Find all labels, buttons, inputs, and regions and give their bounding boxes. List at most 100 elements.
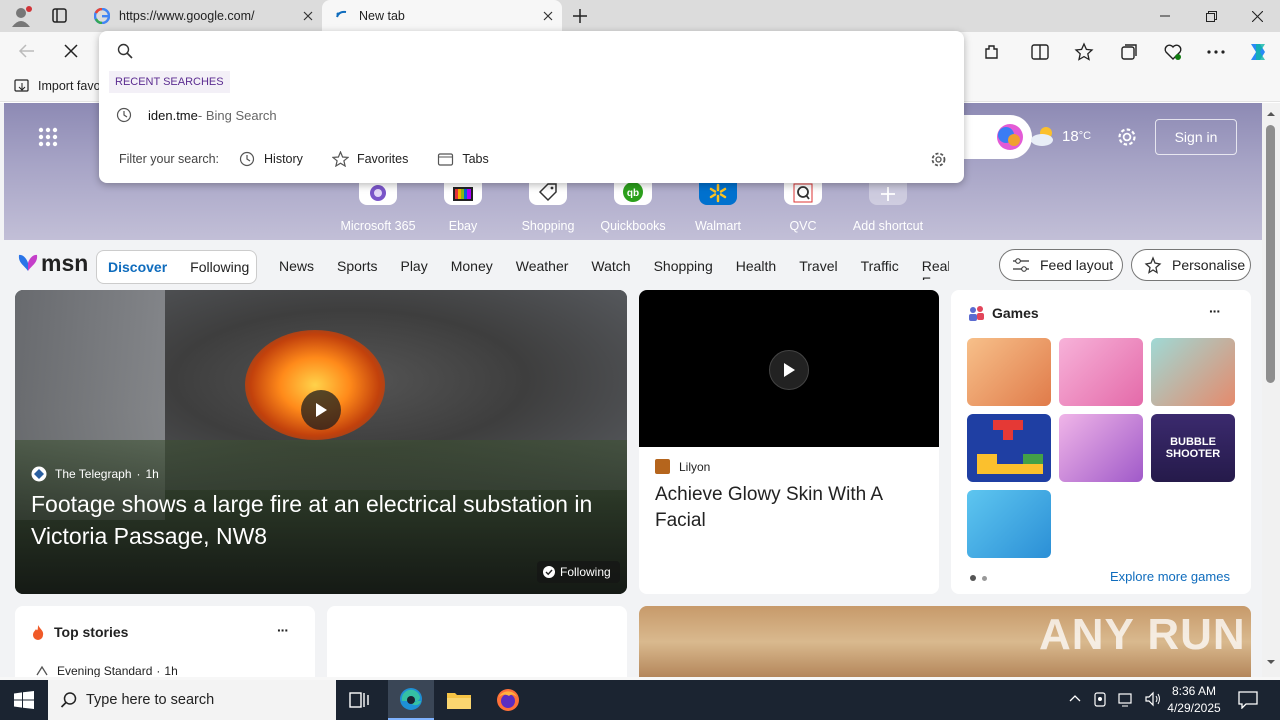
settings-more-button[interactable] bbox=[1206, 42, 1226, 62]
browser-essentials-button[interactable] bbox=[1163, 42, 1183, 62]
filter-history-button[interactable]: History bbox=[239, 151, 303, 167]
gear-icon bbox=[1118, 128, 1136, 146]
following-label: Following bbox=[560, 565, 611, 579]
video-story-card[interactable]: Lilyon Achieve Glowy Skin With A Facial bbox=[639, 290, 939, 594]
story-headline[interactable]: Footage shows a large fire at an electri… bbox=[31, 488, 621, 552]
game-tile-bubble-shooter[interactable]: BUBBLE SHOOTER bbox=[1151, 414, 1235, 482]
copilot-button[interactable] bbox=[1246, 40, 1270, 64]
nav-watch[interactable]: Watch bbox=[591, 258, 630, 280]
import-favorites-label: Import favo bbox=[38, 79, 101, 93]
security-tray-icon[interactable] bbox=[1092, 691, 1108, 707]
top-stories-more-button[interactable]: ··· bbox=[277, 622, 289, 638]
game-tile-cook[interactable] bbox=[967, 338, 1051, 406]
nav-traffic[interactable]: Traffic bbox=[861, 258, 899, 280]
extensions-button[interactable] bbox=[982, 42, 1002, 62]
games-title: Games bbox=[992, 305, 1039, 321]
weather-widget[interactable]: 18 °C bbox=[1030, 125, 1091, 147]
filter-tabs-button[interactable]: Tabs bbox=[437, 151, 489, 167]
restore-button[interactable] bbox=[1188, 0, 1234, 32]
clock[interactable]: 8:36 AM 4/29/2025 bbox=[1160, 683, 1228, 717]
filter-tabs-label: Tabs bbox=[462, 152, 489, 166]
page-settings-button[interactable] bbox=[1116, 126, 1138, 148]
search-settings-button[interactable] bbox=[930, 151, 947, 168]
recent-search-item[interactable]: iden.tme - Bing Search bbox=[99, 101, 964, 129]
game-tile-doctor[interactable] bbox=[1151, 338, 1235, 406]
play-video-button[interactable] bbox=[301, 390, 341, 430]
taskbar-search-box[interactable]: Type here to search bbox=[48, 680, 336, 720]
favorites-button[interactable] bbox=[1074, 42, 1094, 62]
tab-actions-button[interactable] bbox=[50, 7, 70, 25]
apps-grid-icon bbox=[38, 127, 58, 147]
task-view-button[interactable] bbox=[348, 690, 370, 710]
game-tile-dressup[interactable] bbox=[1059, 338, 1143, 406]
tab-discover[interactable]: Discover bbox=[108, 259, 167, 275]
shortcut-ebay[interactable]: Ebay bbox=[421, 181, 505, 233]
filter-favorites-button[interactable]: Favorites bbox=[331, 151, 408, 167]
collections-button[interactable] bbox=[1119, 42, 1139, 62]
shortcut-microsoft-365[interactable]: Microsoft 365 bbox=[336, 181, 420, 233]
address-input[interactable] bbox=[143, 43, 943, 59]
nav-news[interactable]: News bbox=[279, 258, 314, 280]
nav-play[interactable]: Play bbox=[400, 258, 427, 280]
close-icon bbox=[64, 44, 78, 58]
start-button[interactable] bbox=[14, 691, 34, 709]
feed-layout-button[interactable]: Feed layout bbox=[999, 249, 1123, 281]
tab-new-tab[interactable]: New tab bbox=[322, 0, 562, 32]
close-tab-button[interactable] bbox=[294, 0, 322, 32]
shortcut-shopping[interactable]: Shopping bbox=[506, 181, 590, 233]
split-screen-button[interactable] bbox=[1030, 42, 1050, 62]
main-story-card[interactable]: The Telegraph · 1h Footage shows a large… bbox=[15, 290, 627, 594]
network-icon[interactable] bbox=[1118, 691, 1134, 707]
game-tile-blocks[interactable] bbox=[967, 414, 1051, 482]
flame-icon bbox=[33, 625, 44, 640]
video-headline[interactable]: Achieve Glowy Skin With A Facial bbox=[655, 482, 925, 534]
shortcut-walmart[interactable]: Walmart bbox=[676, 181, 760, 233]
tab-following[interactable]: Following bbox=[190, 259, 249, 275]
clock-time: 8:36 AM bbox=[1171, 684, 1217, 698]
games-more-button[interactable]: ··· bbox=[1209, 303, 1221, 319]
game-tile-makeup[interactable] bbox=[1059, 414, 1143, 482]
play-video-button[interactable] bbox=[769, 350, 809, 390]
dot-active[interactable] bbox=[970, 575, 976, 581]
nav-weather[interactable]: Weather bbox=[516, 258, 569, 280]
close-window-button[interactable] bbox=[1234, 0, 1280, 32]
new-tab-page: 18 °C Sign in Microsoft 365 Ebay Shopping… bbox=[0, 103, 1262, 677]
app-launcher-button[interactable] bbox=[38, 127, 58, 147]
new-tab-button[interactable] bbox=[570, 6, 590, 26]
tab-google[interactable]: https://www.google.com/ bbox=[84, 0, 322, 32]
import-favorites-button[interactable]: Import favo bbox=[14, 78, 101, 94]
chevron-up-icon[interactable] bbox=[1068, 691, 1082, 707]
notification-icon bbox=[1238, 691, 1258, 709]
shortcut-qvc[interactable]: QVC bbox=[761, 181, 845, 233]
game-tile-foot[interactable] bbox=[967, 490, 1051, 558]
nav-travel[interactable]: Travel bbox=[799, 258, 837, 280]
minimize-button[interactable] bbox=[1142, 0, 1188, 32]
nav-sports[interactable]: Sports bbox=[337, 258, 377, 280]
add-shortcut-button[interactable]: Add shortcut bbox=[846, 181, 930, 233]
msn-logo[interactable]: msn bbox=[16, 250, 88, 277]
nav-real-estate[interactable]: Real E bbox=[922, 258, 949, 280]
explore-more-games-link[interactable]: Explore more games bbox=[1110, 569, 1230, 584]
address-bar[interactable] bbox=[99, 31, 964, 71]
page-scrollbar[interactable] bbox=[1262, 103, 1280, 677]
dot[interactable] bbox=[982, 576, 987, 581]
stop-loading-button[interactable] bbox=[62, 42, 80, 60]
food-story-card[interactable]: ANY RUN bbox=[639, 606, 1251, 677]
shortcut-quickbooks[interactable]: qb Quickbooks bbox=[591, 181, 675, 233]
notifications-button[interactable] bbox=[1238, 691, 1258, 709]
nav-health[interactable]: Health bbox=[736, 258, 776, 280]
edge-taskbar-button[interactable] bbox=[388, 680, 434, 720]
firefox-button[interactable] bbox=[496, 688, 520, 712]
close-tab-button[interactable] bbox=[534, 0, 562, 32]
sign-in-button[interactable]: Sign in bbox=[1155, 119, 1237, 155]
profile-button[interactable] bbox=[10, 5, 34, 27]
nav-shopping[interactable]: Shopping bbox=[654, 258, 713, 280]
feed-layout-label: Feed layout bbox=[1040, 257, 1114, 273]
msn-logo-text: msn bbox=[41, 250, 89, 276]
back-button[interactable] bbox=[16, 41, 38, 61]
nav-money[interactable]: Money bbox=[451, 258, 493, 280]
rewards-badge[interactable] bbox=[960, 115, 1032, 159]
file-explorer-button[interactable] bbox=[446, 690, 472, 710]
personalise-button[interactable]: Personalise bbox=[1131, 249, 1251, 281]
scrollbar-thumb[interactable] bbox=[1266, 125, 1275, 383]
